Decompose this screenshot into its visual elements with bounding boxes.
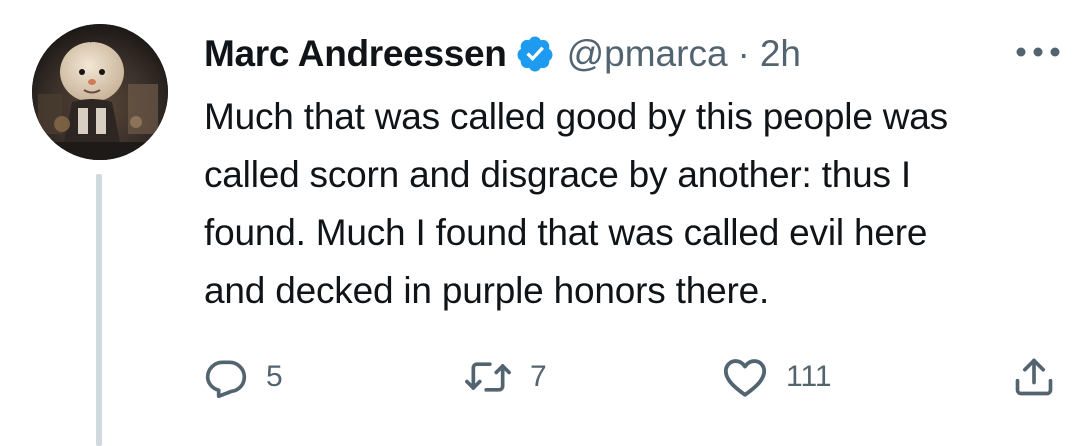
retweet-icon: [465, 362, 511, 392]
share-icon: [1015, 358, 1053, 396]
tweet-text-line: and decked in purple honors there.: [204, 270, 770, 311]
reply-count: 5: [266, 360, 283, 393]
more-options-button[interactable]: [1008, 30, 1068, 74]
retweet-count: 7: [530, 360, 547, 393]
tweet-text-line: found. Much I found that was called evil…: [204, 212, 928, 253]
avatar-image: [32, 24, 168, 160]
more-dots-icon: [1016, 47, 1060, 57]
thread-connector-line: [96, 174, 102, 446]
like-count: 111: [786, 360, 832, 393]
author-handle[interactable]: @pmarca: [567, 33, 728, 75]
tweet-timestamp[interactable]: 2h: [760, 33, 801, 75]
tweet-header: Marc Andreessen @pmarca · 2h: [204, 28, 801, 80]
reply-icon: [205, 360, 247, 399]
author-display-name[interactable]: Marc Andreessen: [204, 33, 507, 75]
reply-button[interactable]: 5: [204, 352, 283, 402]
like-button[interactable]: 111: [722, 352, 832, 402]
share-button[interactable]: [1012, 352, 1056, 402]
tweet-text-line: Much that was called good by this people…: [204, 96, 948, 137]
retweet-button[interactable]: 7: [464, 352, 547, 402]
tweet-actions-bar: 5 7 111: [0, 352, 1084, 402]
verified-badge-icon: [517, 36, 553, 72]
tweet-text-line: called scorn and disgrace by another: th…: [204, 154, 911, 195]
heart-icon: [723, 359, 767, 397]
tweet-text: Much that was called good by this people…: [204, 88, 1070, 320]
avatar[interactable]: [32, 24, 168, 160]
separator-dot: ·: [737, 33, 750, 74]
